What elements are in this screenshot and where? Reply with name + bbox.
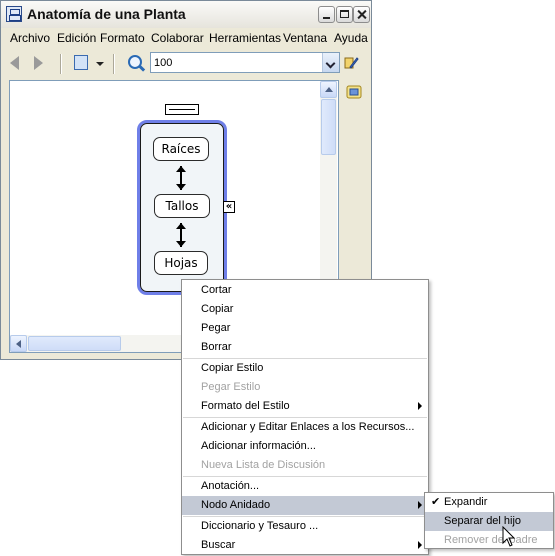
menu-item-anotacion[interactable]: Anotación... <box>182 477 428 496</box>
context-menu: Cortar Copiar Pegar Borrar Copiar Estilo… <box>181 279 429 555</box>
menu-item-label: Expandir <box>444 496 488 508</box>
concept-node-hojas[interactable]: Hojas <box>154 251 208 275</box>
link-arrow-icon[interactable] <box>176 223 186 247</box>
menu-item-pegar[interactable]: Pegar <box>182 319 428 338</box>
menu-bar: Archivo Edición Formato Colaborar Herram… <box>1 28 371 48</box>
submenu-arrow-icon <box>418 501 422 509</box>
menu-herramientas[interactable]: Herramientas <box>209 28 281 48</box>
concept-node-tallos[interactable]: Tallos <box>154 194 210 218</box>
menu-item-copiar[interactable]: Copiar <box>182 300 428 319</box>
menu-item-diccionario[interactable]: Diccionario y Tesauro ... <box>182 517 428 536</box>
menu-item-buscar[interactable]: Buscar <box>182 536 428 555</box>
submenu-arrow-icon <box>418 402 422 410</box>
double-chevron-left-icon[interactable]: « <box>223 201 235 213</box>
menu-item-label: Buscar <box>201 539 236 551</box>
scroll-left-button[interactable] <box>10 335 27 352</box>
menu-item-enlaces-recursos[interactable]: Adicionar y Editar Enlaces a los Recurso… <box>182 418 428 437</box>
chevron-down-icon[interactable] <box>96 62 104 66</box>
menu-item-copiar-estilo[interactable]: Copiar Estilo <box>182 359 428 378</box>
zoom-input[interactable] <box>151 53 324 72</box>
vertical-scroll-thumb[interactable] <box>321 99 336 155</box>
menu-formato[interactable]: Formato <box>100 28 145 48</box>
scroll-up-button[interactable] <box>320 81 337 98</box>
link-arrow-icon[interactable] <box>176 166 186 190</box>
menu-edicion[interactable]: Edición <box>57 28 96 48</box>
submenu-item-expandir[interactable]: ✔ Expandir <box>425 493 553 512</box>
submenu-item-separar-hijo[interactable]: Separar del hijo <box>425 512 553 531</box>
window-title: Anatomía de una Planta <box>27 6 186 22</box>
maximize-button[interactable] <box>336 6 353 23</box>
back-arrow-icon[interactable] <box>10 56 19 70</box>
submenu-arrow-icon <box>418 541 422 549</box>
menu-item-label: Nodo Anidado <box>201 499 271 511</box>
menu-item-cortar[interactable]: Cortar <box>182 281 428 300</box>
menu-ventana[interactable]: Ventana <box>283 28 327 48</box>
menu-item-label: Formato del Estilo <box>201 400 290 412</box>
menu-ayuda[interactable]: Ayuda <box>334 28 368 48</box>
horizontal-scroll-thumb[interactable] <box>28 336 121 351</box>
view-mode-icon[interactable] <box>74 55 88 70</box>
style-palette-icon[interactable] <box>343 55 359 71</box>
zoom-icon[interactable] <box>128 55 142 69</box>
close-button[interactable] <box>353 6 370 23</box>
menu-item-lista-discusion: Nueva Lista de Discusión <box>201 459 326 471</box>
checkmark-icon: ✔ <box>431 496 441 508</box>
toolbar-separator <box>113 54 115 74</box>
menu-archivo[interactable]: Archivo <box>10 28 50 48</box>
nested-node-submenu: ✔ Expandir Separar del hijo Remover del … <box>424 492 554 549</box>
menu-colaborar[interactable]: Colaborar <box>151 28 204 48</box>
menu-item-pegar-estilo: Pegar Estilo <box>201 381 261 393</box>
menu-item-nodo-anidado[interactable]: Nodo Anidado <box>182 496 428 515</box>
collapse-handle-icon[interactable] <box>165 104 199 115</box>
menu-item-adicionar-informacion[interactable]: Adicionar información... <box>182 437 428 456</box>
cmap-app-icon <box>6 6 22 22</box>
minimize-button[interactable] <box>318 6 335 23</box>
menu-item-formato-estilo[interactable]: Formato del Estilo <box>182 397 428 416</box>
info-panel-icon[interactable] <box>346 84 362 100</box>
zoom-select[interactable] <box>150 52 340 73</box>
title-bar[interactable]: Anatomía de una Planta <box>1 1 371 29</box>
menu-item-borrar[interactable]: Borrar <box>182 338 428 357</box>
toolbar-separator <box>60 54 62 74</box>
concept-node-raices[interactable]: Raíces <box>153 137 209 161</box>
zoom-dropdown-button[interactable] <box>322 53 339 72</box>
mouse-pointer-icon <box>502 526 516 547</box>
forward-arrow-icon[interactable] <box>34 56 43 70</box>
submenu-item-remover-padre: Remover del padre <box>444 534 538 546</box>
